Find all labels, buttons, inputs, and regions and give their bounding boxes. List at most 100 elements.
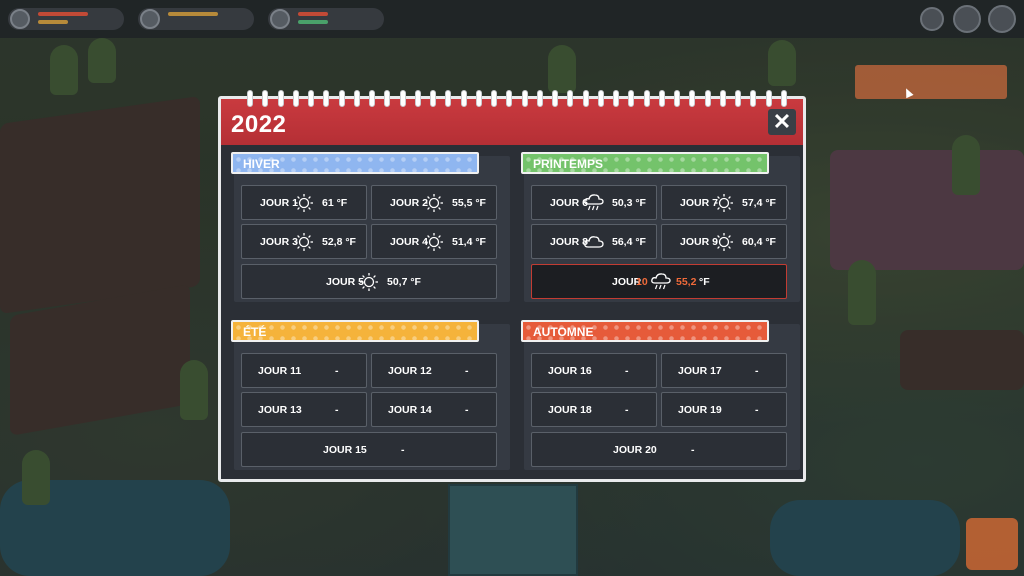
day-cell[interactable]: JOUR 13 - — [241, 392, 367, 427]
binding-ring — [628, 90, 635, 107]
binding-ring — [414, 90, 421, 107]
sun-icon — [293, 232, 315, 252]
day-cell[interactable]: JOUR 12 - — [371, 353, 497, 388]
hud-resource-chip[interactable] — [8, 8, 124, 30]
rain-cloud-icon — [583, 193, 605, 213]
binding-ring — [292, 90, 299, 107]
binding-ring — [384, 90, 391, 107]
day-cell[interactable]: JOUR 4 51,4 °F — [371, 224, 497, 259]
temperature-placeholder: - — [755, 404, 759, 416]
day-label: JOUR 13 — [258, 404, 302, 416]
day-cell-today[interactable]: JOUR 10 55,2 °F — [531, 264, 787, 299]
calendar-icon[interactable] — [953, 5, 981, 33]
day-cell[interactable]: JOUR 17 - — [661, 353, 787, 388]
binding-ring — [704, 90, 711, 107]
day-label: JOUR 11 — [258, 365, 302, 377]
temperature-placeholder: - — [755, 365, 759, 377]
day-label: JOUR 19 — [678, 404, 722, 416]
day-cell[interactable]: JOUR 2 55,5 °F — [371, 185, 497, 220]
season-panel: ÉTÉ JOUR 11- JOUR 12- JOUR 13- JOUR 14- JOUR … — [231, 320, 510, 470]
binding-ring — [506, 90, 513, 107]
menu-icon[interactable] — [920, 7, 944, 31]
season-panel: PRINTEMPS JOUR 6 50,3 °F JOUR 7 57,4 °F JOUR … — [521, 152, 800, 302]
binding-ring — [613, 90, 619, 107]
binding-ring — [369, 90, 375, 107]
binding-ring — [430, 90, 436, 107]
day-label: JOUR 17 — [678, 365, 722, 377]
day-cell[interactable]: JOUR 5 50,7 °F — [241, 264, 497, 299]
binding-ring — [750, 90, 757, 107]
day-number: 10 — [636, 276, 648, 288]
coin-icon — [140, 9, 160, 29]
notification-banner[interactable] — [855, 65, 1007, 99]
sun-icon — [713, 193, 735, 213]
temperature-placeholder: - — [465, 404, 469, 416]
temperature-value: 57,4 °F — [742, 197, 776, 209]
close-button[interactable]: ✕ — [768, 109, 796, 135]
day-cell[interactable]: JOUR 9 60,4 °F — [661, 224, 787, 259]
binding-ring — [674, 90, 680, 107]
temperature-placeholder: - — [625, 365, 629, 377]
temperature-placeholder: - — [401, 444, 405, 456]
temperature-value: 56,4 °F — [612, 236, 646, 248]
temperature-placeholder: - — [335, 365, 339, 377]
day-cell[interactable]: JOUR 14 - — [371, 392, 497, 427]
day-cell[interactable]: JOUR 18 - — [531, 392, 657, 427]
calendar-year: 2022 — [231, 111, 287, 138]
binding-ring — [353, 90, 360, 107]
season-title: HIVER — [231, 152, 479, 174]
day-cell[interactable]: JOUR 3 52,8 °F — [241, 224, 367, 259]
binding-ring — [247, 90, 253, 107]
binding-ring — [735, 90, 741, 107]
binding-ring — [521, 90, 528, 107]
day-cell[interactable]: JOUR 15 - — [241, 432, 497, 467]
temperature-value: 50,3 °F — [612, 197, 646, 209]
temperature-value: 61 °F — [322, 197, 348, 209]
spiral-binding — [247, 90, 787, 108]
binding-ring — [567, 90, 574, 107]
binding-ring — [445, 90, 452, 107]
binding-ring — [719, 90, 726, 107]
binding-ring — [765, 90, 772, 107]
calendar-modal: 2022 ✕ HIVER JOUR 1 61 °F JOUR 2 55,5 °F JOUR… — [218, 90, 806, 482]
settings-icon[interactable] — [988, 5, 1016, 33]
day-cell[interactable]: JOUR 6 50,3 °F — [531, 185, 657, 220]
day-cell[interactable]: JOUR 20 - — [531, 432, 787, 467]
day-cell[interactable]: JOUR 1 61 °F — [241, 185, 367, 220]
weather-icon — [270, 9, 290, 29]
binding-ring — [308, 90, 314, 107]
action-button[interactable] — [966, 518, 1018, 570]
day-label: JOUR 16 — [548, 365, 592, 377]
day-cell[interactable]: JOUR 11 - — [241, 353, 367, 388]
binding-ring — [262, 90, 269, 107]
temperature-placeholder: - — [465, 365, 469, 377]
hud-resource-chip[interactable] — [268, 8, 384, 30]
binding-ring — [658, 90, 665, 107]
hud-resource-chip[interactable] — [138, 8, 254, 30]
season-title: ÉTÉ — [231, 320, 479, 342]
binding-ring — [399, 90, 406, 107]
binding-ring — [552, 90, 558, 107]
binding-ring — [460, 90, 467, 107]
day-cell[interactable]: JOUR 19 - — [661, 392, 787, 427]
binding-ring — [323, 90, 330, 107]
temperature-value: 50,7 °F — [387, 276, 421, 288]
temperature-value: 55,2 — [676, 276, 697, 288]
temperature-value: 52,8 °F — [322, 236, 356, 248]
binding-ring — [780, 90, 787, 107]
close-icon: ✕ — [772, 109, 792, 134]
storage-icon — [10, 9, 30, 29]
temperature-unit: °F — [699, 276, 710, 288]
sun-icon — [423, 232, 445, 252]
day-label: JOUR 12 — [388, 365, 432, 377]
season-title: AUTOMNE — [521, 320, 769, 342]
temperature-placeholder: - — [625, 404, 629, 416]
top-hud-bar — [0, 0, 1024, 38]
day-cell[interactable]: JOUR 7 57,4 °F — [661, 185, 787, 220]
season-panel: AUTOMNE JOUR 16- JOUR 17- JOUR 18- JOUR 19- J… — [521, 320, 800, 470]
day-cell[interactable]: JOUR 16 - — [531, 353, 657, 388]
temperature-value: 51,4 °F — [452, 236, 486, 248]
binding-ring — [643, 90, 650, 107]
season-title: PRINTEMPS — [521, 152, 769, 174]
day-cell[interactable]: JOUR 8 56,4 °F — [531, 224, 657, 259]
